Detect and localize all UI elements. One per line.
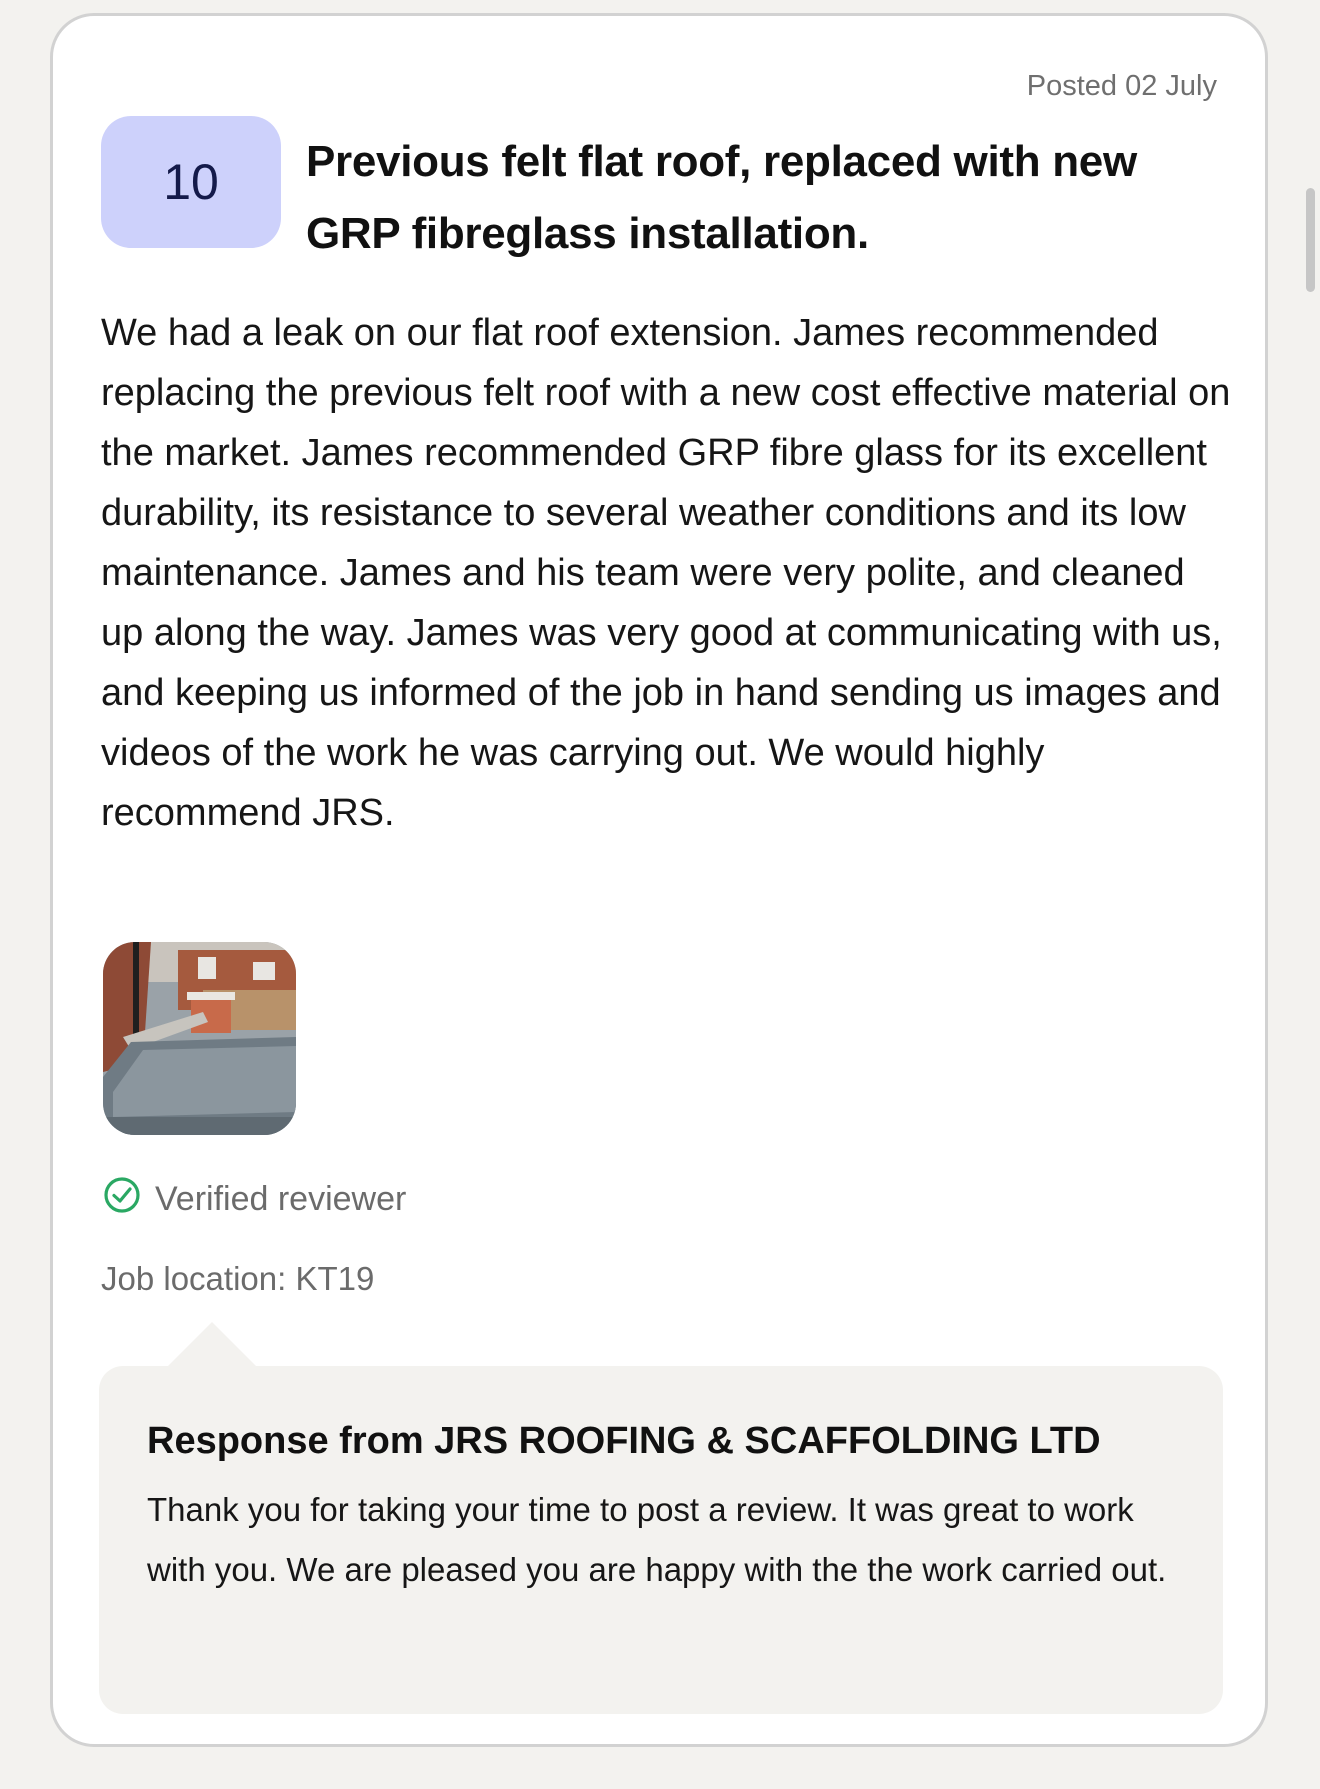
review-body: We had a leak on our flat roof extension… <box>101 312 1231 834</box>
check-circle-icon <box>103 1176 141 1223</box>
response-title: Response from JRS ROOFING & SCAFFOLDING … <box>147 1420 1101 1462</box>
review-score-badge: 10 <box>101 116 281 248</box>
review-title: Previous felt flat roof, replaced with n… <box>306 137 1137 258</box>
response-text: Thank you for taking your time to post a… <box>147 1491 1167 1588</box>
review-card: Posted 02 July 10 Previous felt flat roo… <box>50 13 1268 1747</box>
job-location: Job location: KT19 <box>101 1260 375 1297</box>
posted-date: Posted 02 July <box>1026 70 1217 102</box>
roof-photo-image <box>103 942 296 1135</box>
business-response: Response from JRS ROOFING & SCAFFOLDING … <box>99 1322 1223 1714</box>
review-photo-thumbnail[interactable] <box>103 942 296 1135</box>
scrollbar-thumb[interactable] <box>1306 188 1315 292</box>
verified-reviewer-label: Verified reviewer <box>155 1180 407 1218</box>
verified-reviewer: Verified reviewer <box>103 1176 406 1223</box>
